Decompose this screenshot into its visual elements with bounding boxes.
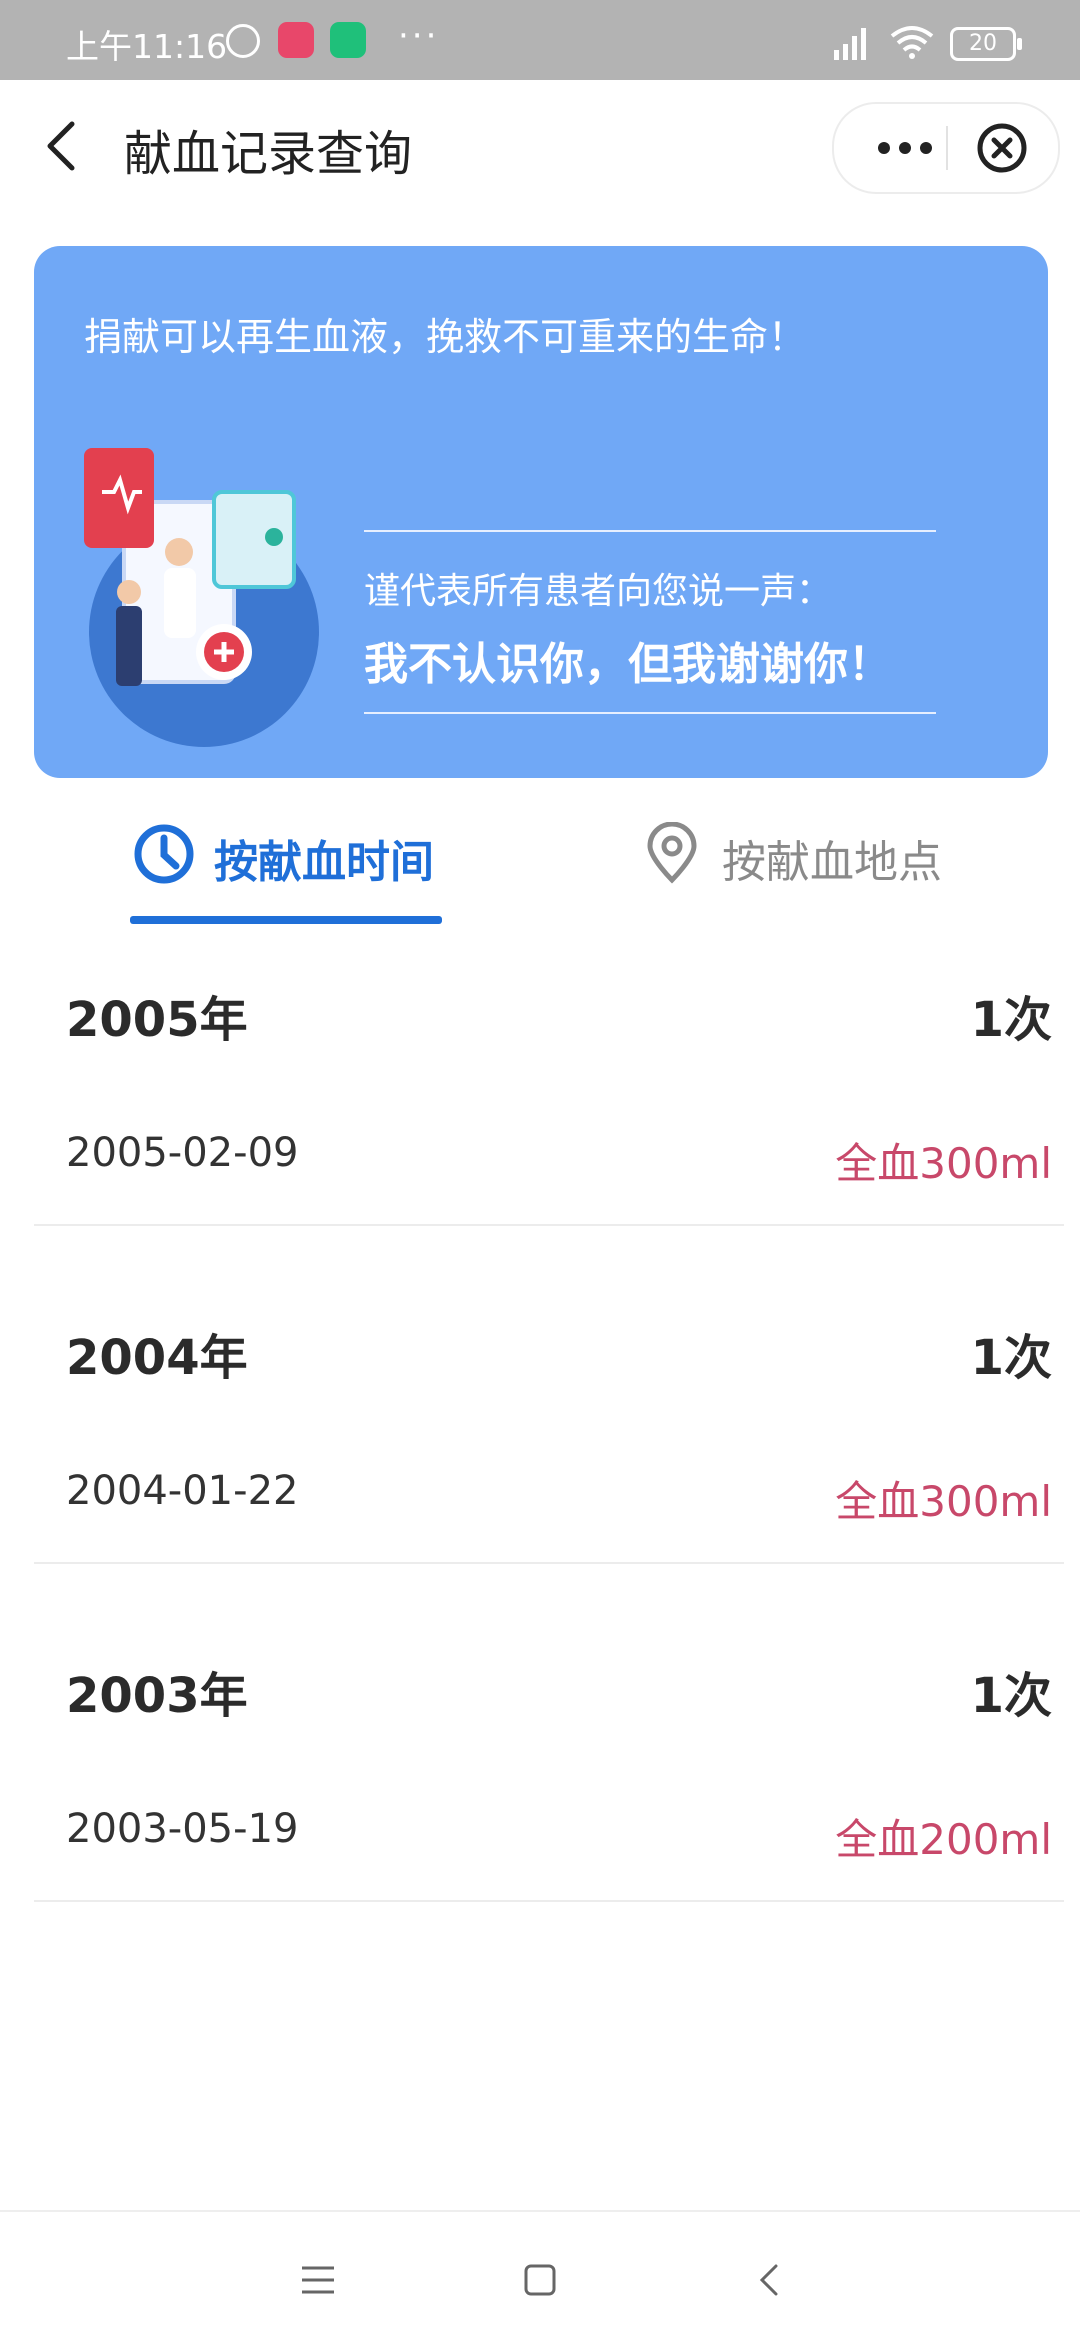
location-pin-icon: [647, 822, 697, 884]
record-year: 2003年: [66, 1668, 248, 1724]
banner-divider-bottom: [364, 712, 936, 714]
shield-app-icon: [330, 22, 366, 58]
record-date: 2004-01-22: [66, 1468, 299, 1514]
record-amount: 全血300ml: [835, 1477, 1052, 1526]
banner-divider-top: [364, 530, 936, 532]
banner-message-line1: 谨代表所有患者向您说一声：: [364, 571, 833, 612]
record-divider: [34, 1224, 1064, 1226]
record-year: 2005年: [66, 992, 248, 1048]
doctor-illustration-icon: [84, 448, 319, 747]
more-options-button[interactable]: [870, 126, 940, 170]
more-notifications-icon: ···: [398, 16, 440, 56]
page-title: 献血记录查询: [124, 126, 413, 182]
menu-icon[interactable]: [296, 2258, 340, 2302]
tab-by-location-label: 按献血地点: [722, 837, 942, 888]
blood-donation-banner: 捐献可以再生血液，挽救不可重来的生命！ 谨代表所有患者向您说一声： 我不认识你，…: [34, 246, 1048, 778]
record-amount: 全血300ml: [835, 1139, 1052, 1188]
banner-message-line2: 我不认识你，但我谢谢你！: [364, 639, 892, 690]
record-amount: 全血200ml: [835, 1815, 1052, 1864]
record-count: 1次: [970, 992, 1052, 1048]
system-back-icon[interactable]: [748, 2258, 792, 2302]
back-button[interactable]: [34, 116, 94, 176]
banner-slogan: 捐献可以再生血液，挽救不可重来的生命！: [84, 315, 807, 359]
record-date: 2003-05-19: [66, 1806, 299, 1852]
record-date: 2005-02-09: [66, 1130, 299, 1176]
record-divider: [34, 1562, 1064, 1564]
record-count: 1次: [970, 1330, 1052, 1386]
record-divider: [34, 1900, 1064, 1902]
tab-by-time-label: 按献血时间: [214, 837, 434, 888]
home-icon[interactable]: [518, 2258, 562, 2302]
record-year: 2004年: [66, 1330, 248, 1386]
system-navigation-bar: [0, 2210, 1080, 2342]
status-time: 上午11:16: [66, 27, 228, 66]
status-bar: 上午11:16 ··· 20: [0, 0, 1080, 80]
record-count: 1次: [970, 1668, 1052, 1724]
title-bar: 献血记录查询: [0, 80, 1080, 212]
signal-icon: [834, 28, 866, 60]
miniapp-capsule: [832, 102, 1060, 194]
wifi-icon: [890, 26, 934, 59]
close-miniapp-button[interactable]: [974, 120, 1030, 176]
capsule-divider: [946, 126, 948, 170]
alarm-icon: [226, 24, 260, 58]
battery-icon: 20: [950, 27, 1022, 61]
app-notification-icon: [278, 22, 314, 58]
clock-icon: [134, 824, 194, 884]
active-tab-indicator: [130, 916, 442, 924]
